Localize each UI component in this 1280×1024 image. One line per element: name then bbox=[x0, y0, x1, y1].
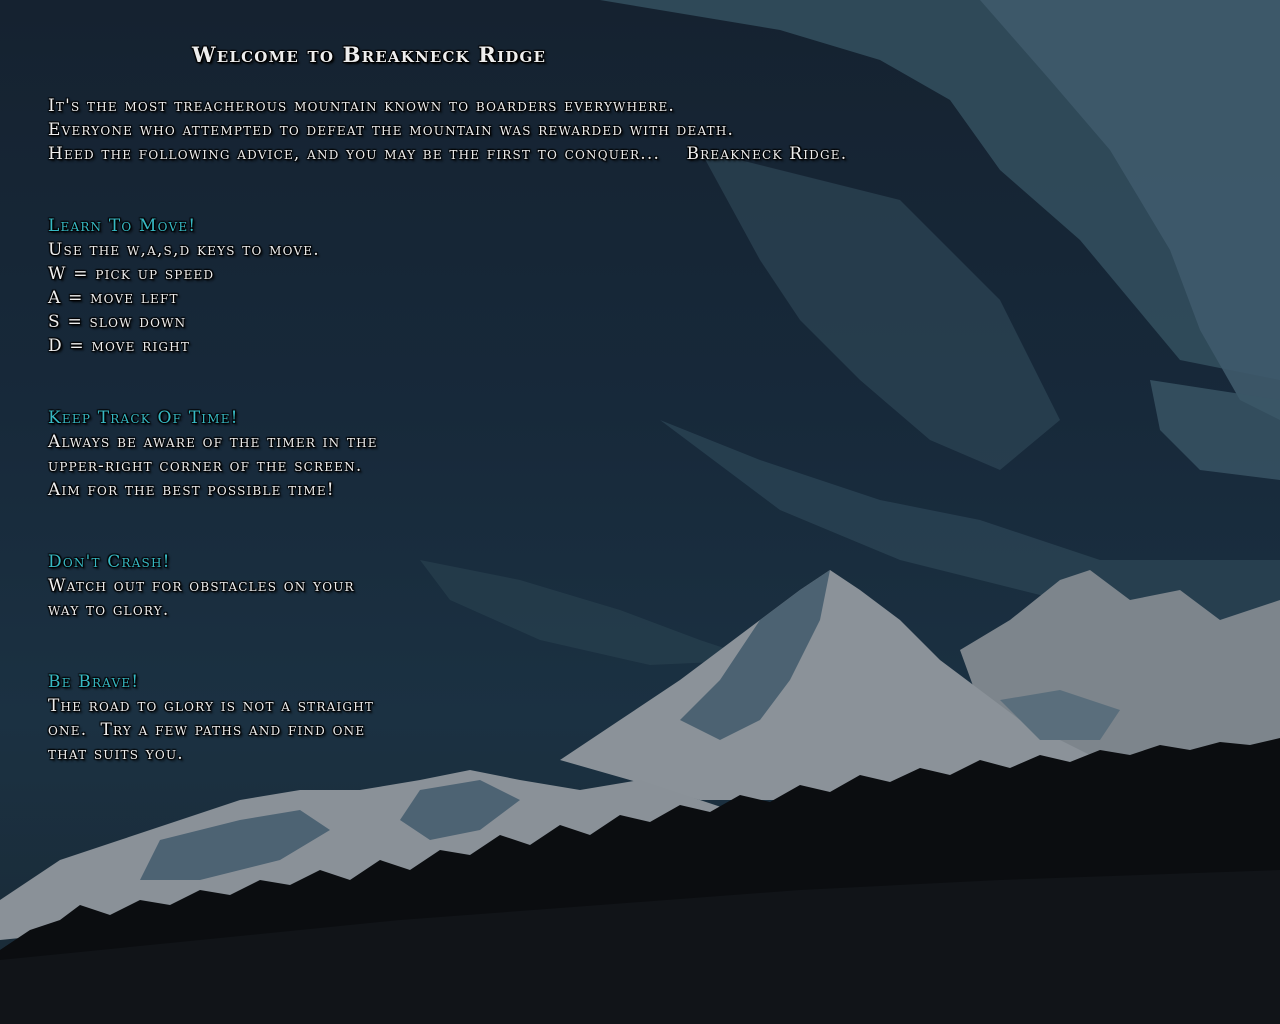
crash-line-2: way to glory. bbox=[48, 600, 170, 620]
time-line-3: Aim for the best possible time! bbox=[48, 480, 335, 500]
move-line-1: Use the w,a,s,d keys to move. bbox=[48, 240, 320, 260]
move-line-5: D = move right bbox=[48, 336, 191, 356]
section-heading-brave: Be Brave! bbox=[48, 672, 140, 692]
sky-streak-middle bbox=[700, 150, 1060, 470]
brave-line-1: The road to glory is not a straight bbox=[48, 696, 375, 716]
intro-text: It's the most treacherous mountain known… bbox=[48, 94, 847, 166]
section-heading-crash: Don't Crash! bbox=[48, 552, 171, 572]
move-line-3: A = move left bbox=[48, 288, 179, 308]
section-keep-track-of-time: Keep Track Of Time! Always be aware of t… bbox=[48, 406, 378, 502]
move-line-4: S = slow down bbox=[48, 312, 187, 332]
brave-line-2: one. Try a few paths and find one bbox=[48, 720, 366, 740]
sky-streak-left bbox=[420, 560, 760, 665]
intro-line-1: It's the most treacherous mountain known… bbox=[48, 96, 676, 116]
section-be-brave: Be Brave! The road to glory is not a str… bbox=[48, 670, 374, 766]
section-dont-crash: Don't Crash! Watch out for obstacles on … bbox=[48, 550, 355, 622]
page-title: Welcome to Breakneck Ridge bbox=[192, 42, 547, 67]
instructions-screen: Welcome to Breakneck Ridge It's the most… bbox=[0, 0, 1280, 1024]
section-learn-to-move: Learn To Move! Use the w,a,s,d keys to m… bbox=[48, 214, 320, 358]
time-line-2: upper-right corner of the screen. bbox=[48, 456, 363, 476]
intro-line-3: Heed the following advice, and you may b… bbox=[48, 144, 848, 164]
crash-line-1: Watch out for obstacles on your bbox=[48, 576, 355, 596]
section-heading-move: Learn To Move! bbox=[48, 216, 197, 236]
move-line-2: W = pick up speed bbox=[48, 264, 215, 284]
intro-line-2: Everyone who attempted to defeat the mou… bbox=[48, 120, 735, 140]
brave-line-3: that suits you. bbox=[48, 744, 184, 764]
time-line-1: Always be aware of the timer in the bbox=[48, 432, 378, 452]
section-heading-time: Keep Track Of Time! bbox=[48, 408, 239, 428]
